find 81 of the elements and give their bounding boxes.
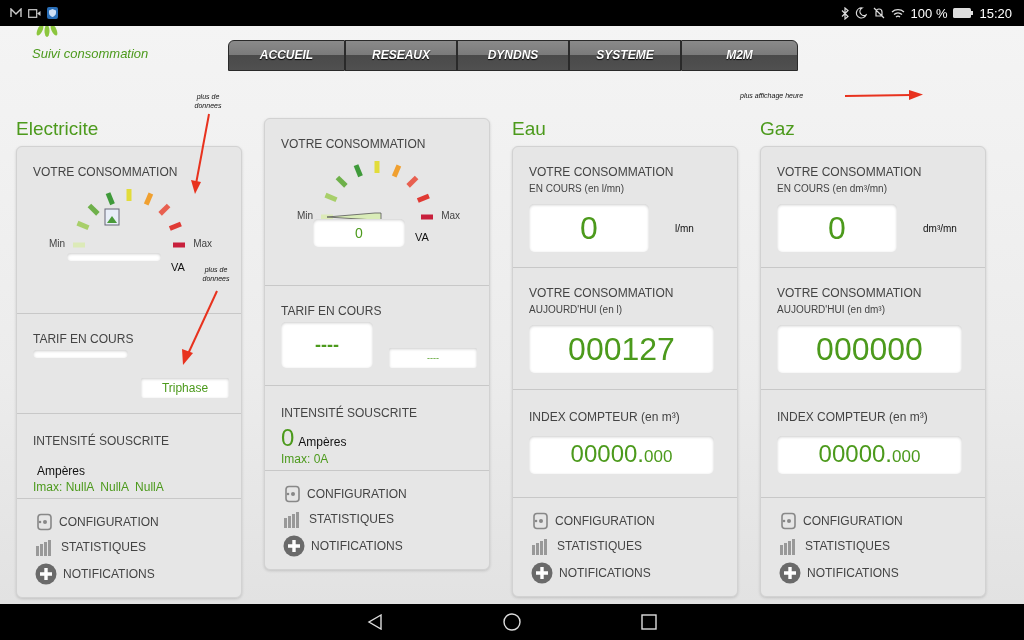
section-label: VOTRE CONSOMMATION xyxy=(33,165,179,179)
menu-link[interactable]: CONFIGURATION xyxy=(531,512,737,530)
mail-icon xyxy=(10,8,22,18)
config-icon xyxy=(35,513,53,531)
menu-link[interactable]: STATISTIQUES xyxy=(35,538,241,556)
video-icon xyxy=(28,8,41,18)
section-label: TARIF EN COURS xyxy=(33,332,135,346)
reading-field: 000000 xyxy=(777,325,962,373)
value-field: 0 xyxy=(313,219,405,247)
battery-percent: 100 % xyxy=(910,5,948,21)
config-icon xyxy=(779,512,797,530)
menu-link[interactable]: STATISTIQUES xyxy=(779,537,985,555)
tarif-field: ---- xyxy=(389,348,477,368)
section-label: VOTRE CONSOMMATION xyxy=(529,165,675,179)
section-sublabel: AUJOURD'HUI (en dm³) xyxy=(777,304,887,315)
section-label: TARIF EN COURS xyxy=(281,304,383,318)
bluetooth-icon xyxy=(840,6,849,20)
back-icon[interactable] xyxy=(367,614,383,630)
imax-text: Imax: 0A xyxy=(281,452,330,466)
menu-link[interactable]: STATISTIQUES xyxy=(283,510,489,528)
meter-title: Eau xyxy=(512,118,547,141)
unit-label: Ampères xyxy=(37,464,86,478)
battery-icon xyxy=(953,8,974,18)
menu-link[interactable]: STATISTIQUES xyxy=(531,537,737,555)
section-sublabel: EN COURS (en dm³/mn) xyxy=(777,183,888,194)
nav-tab[interactable]: M2M xyxy=(681,40,798,71)
clock-time: 15:20 xyxy=(979,5,1012,21)
menu-link[interactable]: CONFIGURATION xyxy=(35,513,241,531)
unit-label: dm³/mn xyxy=(923,222,957,234)
intensity-value: 0 xyxy=(281,426,295,450)
imax-text: Imax: NullA NullA NullA xyxy=(33,480,165,494)
home-icon[interactable] xyxy=(503,613,521,631)
section-sublabel: EN COURS (en l/mn) xyxy=(529,183,625,194)
config-icon xyxy=(531,512,549,530)
app-name: Suivi consommation xyxy=(32,46,150,61)
max-label: Max xyxy=(441,210,461,221)
section-label: VOTRE CONSOMMATION xyxy=(281,137,427,151)
nav-tab[interactable]: ACCUEIL xyxy=(228,40,345,71)
nav-tab[interactable]: DYNDNS xyxy=(457,40,569,71)
menu-link[interactable]: NOTIFICATIONS xyxy=(531,562,737,584)
menu-link[interactable]: NOTIFICATIONS xyxy=(35,563,241,585)
menu-link[interactable]: NOTIFICATIONS xyxy=(283,535,489,557)
tarif-field: ---- xyxy=(281,322,373,368)
section-label: VOTRE CONSOMMATION xyxy=(529,286,675,300)
muted-bell-icon xyxy=(872,7,885,19)
plus-circle-icon xyxy=(35,563,57,585)
index-field: 00000.000 xyxy=(529,436,714,474)
shield-icon xyxy=(47,7,58,19)
min-label: Min xyxy=(297,210,314,221)
recent-apps-icon[interactable] xyxy=(641,614,657,630)
unit-label: VA xyxy=(171,261,185,273)
unit-label: VA xyxy=(415,231,429,243)
nav-tab[interactable]: SYSTEME xyxy=(569,40,681,71)
plus-circle-icon xyxy=(779,562,801,584)
unit-label: l/mn xyxy=(675,222,694,234)
section-sublabel: AUJOURD'HUI (en l) xyxy=(529,304,624,315)
wifi-icon xyxy=(890,7,905,19)
index-field: 00000.000 xyxy=(777,436,962,474)
config-icon xyxy=(283,485,301,503)
meter-title: Electricite xyxy=(16,118,100,141)
section-label: INDEX COMPTEUR (en m³) xyxy=(777,410,929,424)
moon-icon xyxy=(854,7,867,19)
plus-circle-icon xyxy=(283,535,305,557)
tarif-field: Triphase xyxy=(141,378,229,398)
meter-title: Gaz xyxy=(760,118,796,141)
section-label: INDEX COMPTEUR (en m³) xyxy=(529,410,681,424)
menu-link[interactable]: CONFIGURATION xyxy=(283,485,489,503)
plus-circle-icon xyxy=(531,562,553,584)
unit-label: Ampères xyxy=(298,435,347,449)
section-label: VOTRE CONSOMMATION xyxy=(777,286,923,300)
reading-field: 0 xyxy=(777,204,897,252)
nav-tab[interactable]: RESEAUX xyxy=(345,40,457,71)
reading-field: 000127 xyxy=(529,325,714,373)
menu-link[interactable]: NOTIFICATIONS xyxy=(779,562,985,584)
min-label: Min xyxy=(49,238,66,249)
menu-link[interactable]: CONFIGURATION xyxy=(779,512,985,530)
section-label: VOTRE CONSOMMATION xyxy=(777,165,923,179)
section-label: INTENSITÉ SOUSCRITE xyxy=(281,406,418,420)
reading-field: 0 xyxy=(529,204,649,252)
max-label: Max xyxy=(193,238,213,249)
section-label: INTENSITÉ SOUSCRITE xyxy=(33,434,170,448)
